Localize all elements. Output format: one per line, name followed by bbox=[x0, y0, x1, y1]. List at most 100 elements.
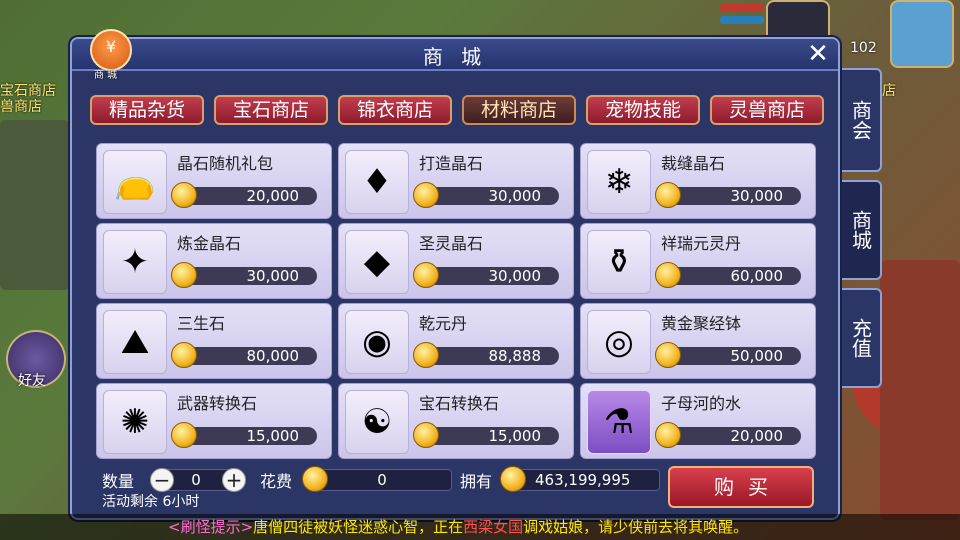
shop-item[interactable]: ❄ 裁缝晶石 30,000 bbox=[580, 143, 816, 219]
yin-yang-icon: ☯ bbox=[345, 390, 409, 454]
item-name: 子母河的水 bbox=[661, 394, 742, 413]
item-price: 20,000 bbox=[730, 427, 784, 445]
shop-item[interactable]: ⚗ 子母河的水 20,000 bbox=[580, 383, 816, 459]
item-price-bar: 60,000 bbox=[661, 267, 801, 285]
purple-crystal-icon: ◆ bbox=[345, 230, 409, 294]
stone-icon: ⛰ bbox=[103, 310, 167, 374]
item-price: 30,000 bbox=[488, 187, 542, 205]
coin-icon bbox=[171, 422, 197, 448]
blue-crystal-icon: ❄ bbox=[587, 150, 651, 214]
coin-icon bbox=[413, 342, 439, 368]
shop-item[interactable]: ⛰ 三生石 80,000 bbox=[96, 303, 332, 379]
tab-material-shop[interactable]: 材料商店 bbox=[462, 95, 576, 125]
tab-gem-shop[interactable]: 宝石商店 bbox=[214, 95, 328, 125]
owned-coin-icon bbox=[500, 466, 526, 492]
vase-icon: ⚗ bbox=[587, 390, 651, 454]
cost-label: 花费 bbox=[260, 472, 293, 491]
coin-icon bbox=[413, 262, 439, 288]
owned-label: 拥有 bbox=[460, 472, 493, 491]
item-price: 88,888 bbox=[488, 347, 542, 365]
event-remaining: 活动剩余 6小时 bbox=[102, 494, 200, 510]
shop-icon-label: 商 城 bbox=[94, 70, 118, 81]
coin-icon bbox=[655, 182, 681, 208]
scene-building-right bbox=[880, 260, 960, 520]
gift-bag-icon: 👝 bbox=[103, 150, 167, 214]
system-notice: <刷怪提示>唐僧四徒被妖怪迷惑心智，正在西梁女国调戏姑娘，请少侠前去将其唤醒。 bbox=[0, 514, 960, 540]
coin-icon bbox=[171, 342, 197, 368]
side-tab-mall[interactable]: 商城 bbox=[842, 180, 882, 280]
hp-bar bbox=[720, 4, 764, 12]
item-name: 晶石随机礼包 bbox=[177, 154, 274, 173]
shop-item[interactable]: ◉ 乾元丹 88,888 bbox=[338, 303, 574, 379]
minus-button[interactable]: − bbox=[150, 468, 174, 492]
shop-item[interactable]: 👝 晶石随机礼包 20,000 bbox=[96, 143, 332, 219]
golden-bowl-icon: ◎ bbox=[587, 310, 651, 374]
item-name: 祥瑞元灵丹 bbox=[661, 234, 742, 253]
shop-item[interactable]: ♦ 打造晶石 30,000 bbox=[338, 143, 574, 219]
gourd-icon: ⚱ bbox=[587, 230, 651, 294]
shop-item[interactable]: ◎ 黄金聚经钵 50,000 bbox=[580, 303, 816, 379]
tab-boutique[interactable]: 精品杂货 bbox=[90, 95, 204, 125]
item-price-bar: 30,000 bbox=[177, 267, 317, 285]
quantity-label: 数量 bbox=[102, 472, 135, 491]
coin-icon bbox=[413, 422, 439, 448]
coin-icon bbox=[655, 262, 681, 288]
item-price: 30,000 bbox=[730, 187, 784, 205]
item-price-bar: 30,000 bbox=[419, 267, 559, 285]
item-price: 15,000 bbox=[246, 427, 300, 445]
mp-bar bbox=[720, 16, 764, 24]
scene-building-left bbox=[0, 120, 70, 290]
item-price: 30,000 bbox=[488, 267, 542, 285]
red-crystal-icon: ♦ bbox=[345, 150, 409, 214]
cost-coin-icon bbox=[302, 466, 328, 492]
shop-icon: ¥ bbox=[90, 29, 132, 71]
shop-item[interactable]: ☯ 宝石转换石 15,000 bbox=[338, 383, 574, 459]
shop-tabs: 精品杂货 宝石商店 锦衣商店 材料商店 宠物技能 灵兽商店 bbox=[90, 95, 824, 125]
item-name: 宝石转换石 bbox=[419, 394, 500, 413]
item-name: 炼金晶石 bbox=[177, 234, 242, 253]
item-price: 15,000 bbox=[488, 427, 542, 445]
friends-label: 好友 bbox=[18, 373, 46, 389]
pet-avatar[interactable] bbox=[890, 0, 954, 68]
item-name: 打造晶石 bbox=[419, 154, 484, 173]
coin-icon bbox=[171, 182, 197, 208]
buy-button[interactable]: 购买 bbox=[668, 466, 814, 508]
item-name: 圣灵晶石 bbox=[419, 234, 484, 253]
item-price: 80,000 bbox=[246, 347, 300, 365]
plus-button[interactable]: + bbox=[222, 468, 246, 492]
notice-place[interactable]: 西梁女国 bbox=[463, 518, 523, 536]
shop-titlebar: 商 城 ✕ bbox=[72, 39, 838, 71]
notice-tag: <刷怪提示> bbox=[168, 518, 254, 536]
item-price-bar: 20,000 bbox=[177, 187, 317, 205]
item-name: 乾元丹 bbox=[419, 314, 468, 333]
side-tab-chamber[interactable]: 商会 bbox=[842, 68, 882, 172]
item-name: 三生石 bbox=[177, 314, 226, 333]
item-price-bar: 50,000 bbox=[661, 347, 801, 365]
tab-costume-shop[interactable]: 锦衣商店 bbox=[338, 95, 452, 125]
item-price-bar: 20,000 bbox=[661, 427, 801, 445]
tab-spirit-beast-shop[interactable]: 灵兽商店 bbox=[710, 95, 824, 125]
close-button[interactable]: ✕ bbox=[802, 39, 834, 71]
item-grid: 👝 晶石随机礼包 20,000 ♦ 打造晶石 30,000 ❄ 裁缝晶石 30,000 ✦ 炼金晶石… bbox=[96, 143, 816, 459]
shop-item[interactable]: ⚱ 祥瑞元灵丹 60,000 bbox=[580, 223, 816, 299]
item-price-bar: 15,000 bbox=[177, 427, 317, 445]
item-price-bar: 30,000 bbox=[661, 187, 801, 205]
item-price: 30,000 bbox=[246, 267, 300, 285]
shop-item[interactable]: ✦ 炼金晶石 30,000 bbox=[96, 223, 332, 299]
notice-text-1: 唐僧四徒被妖怪迷惑心智，正在 bbox=[253, 518, 464, 536]
shop-item[interactable]: ✺ 武器转换石 15,000 bbox=[96, 383, 332, 459]
coin-icon bbox=[413, 182, 439, 208]
shop-item[interactable]: ◆ 圣灵晶石 30,000 bbox=[338, 223, 574, 299]
item-price: 60,000 bbox=[730, 267, 784, 285]
item-price-bar: 15,000 bbox=[419, 427, 559, 445]
scene-label-2: 兽商店 bbox=[0, 99, 42, 115]
item-name: 裁缝晶石 bbox=[661, 154, 726, 173]
pill-icon: ◉ bbox=[345, 310, 409, 374]
notice-text-2: 调戏姑娘，请少侠前去将其唤醒。 bbox=[523, 518, 749, 536]
coin-icon bbox=[655, 422, 681, 448]
item-name: 黄金聚经钵 bbox=[661, 314, 742, 333]
tab-pet-skills[interactable]: 宠物技能 bbox=[586, 95, 700, 125]
side-tab-recharge[interactable]: 充值 bbox=[842, 288, 882, 388]
scene-label-right: 店 bbox=[882, 83, 896, 99]
coin-icon bbox=[655, 342, 681, 368]
